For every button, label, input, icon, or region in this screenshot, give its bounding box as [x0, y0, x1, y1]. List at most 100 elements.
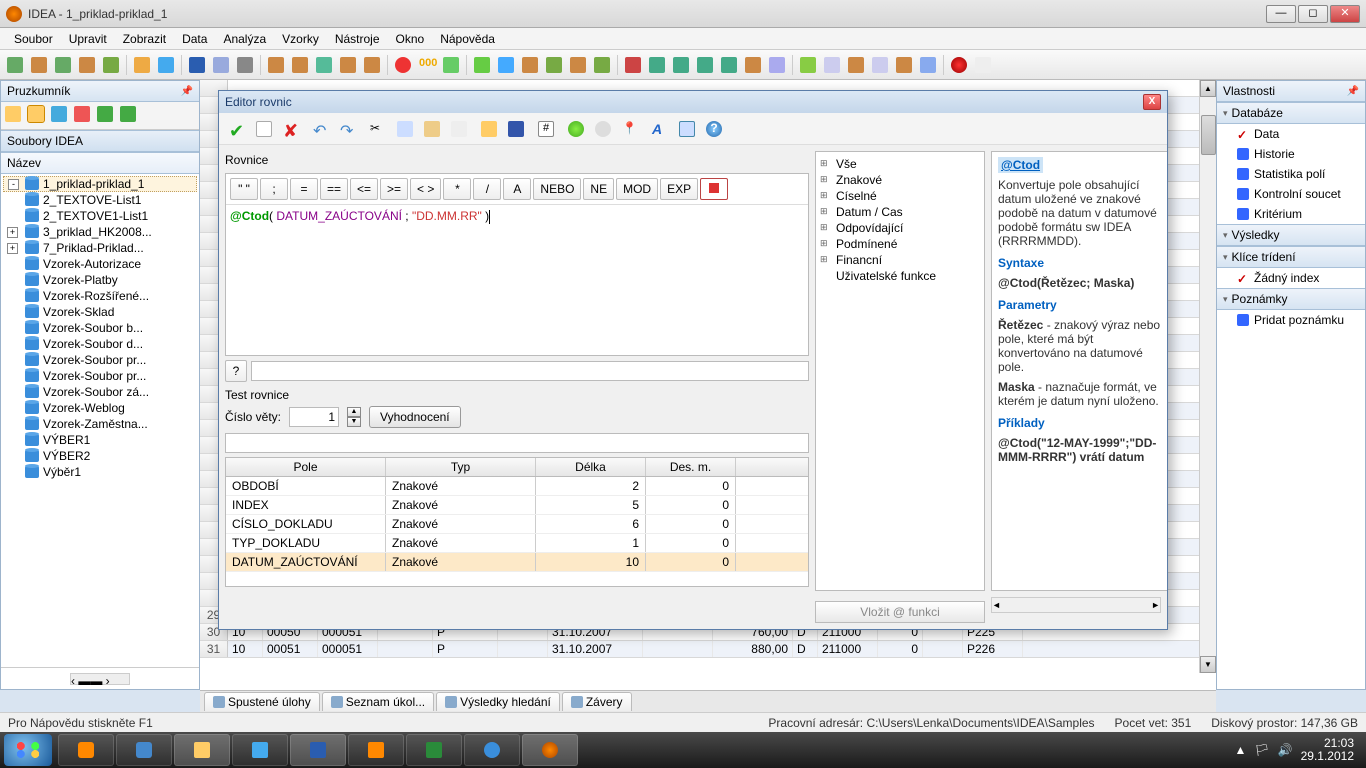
expand-icon[interactable]: + [7, 227, 18, 238]
evaluate-button[interactable]: Vyhodnocení [369, 406, 461, 428]
prop-addnote[interactable]: Pridat poznámku [1217, 310, 1365, 330]
explorer-column[interactable]: Název [1, 152, 199, 174]
operator-button[interactable]: < > [410, 178, 441, 200]
tree-item[interactable]: +7_Priklad-Priklad... [3, 240, 197, 256]
tree-item[interactable]: VÝBER2 [3, 448, 197, 464]
taskbar-item[interactable] [290, 734, 346, 766]
tree-item[interactable]: Vzorek-Autorizace [3, 256, 197, 272]
flag-icon[interactable] [74, 106, 94, 126]
pin-icon[interactable]: 📍 [618, 117, 642, 141]
function-category[interactable]: Financní [820, 252, 980, 268]
tab-conclusions[interactable]: Závery [562, 692, 632, 711]
prop-kontrolni[interactable]: Kontrolní soucet [1217, 184, 1365, 204]
tool-icon[interactable] [392, 54, 414, 76]
field-row[interactable]: CÍSLO_DOKLADUZnakové60 [226, 515, 808, 534]
forward-icon[interactable] [591, 117, 615, 141]
tool-icon[interactable] [313, 54, 335, 76]
col-desm[interactable]: Des. m. [646, 458, 736, 476]
tool-icon[interactable] [567, 54, 589, 76]
menu-analyza[interactable]: Analýza [215, 30, 274, 48]
tree-item[interactable]: Vzorek-Soubor b... [3, 320, 197, 336]
tool-icon[interactable] [543, 54, 565, 76]
tool-icon[interactable] [440, 54, 462, 76]
minimize-button[interactable]: — [1266, 5, 1296, 23]
menu-soubor[interactable]: Soubor [6, 30, 61, 48]
tool-icon[interactable] [917, 54, 939, 76]
refresh-icon[interactable] [51, 106, 71, 126]
tool-icon[interactable] [646, 54, 668, 76]
tree-item[interactable]: VÝBER1 [3, 432, 197, 448]
calendar-button[interactable] [700, 178, 728, 200]
function-category[interactable]: Znakové [820, 172, 980, 188]
menu-zobrazit[interactable]: Zobrazit [115, 30, 174, 48]
operator-button[interactable]: NE [583, 178, 614, 200]
tool-icon[interactable] [670, 54, 692, 76]
delete-icon[interactable] [120, 106, 140, 126]
operator-button[interactable]: ; [260, 178, 288, 200]
field-row[interactable]: INDEXZnakové50 [226, 496, 808, 515]
tree-item[interactable]: 2_TEXTOVE1-List1 [3, 208, 197, 224]
record-icon[interactable] [948, 54, 970, 76]
tool-icon[interactable] [471, 54, 493, 76]
undo-icon[interactable]: ↶ [309, 117, 333, 141]
tool-icon[interactable] [361, 54, 383, 76]
taskbar-item[interactable] [406, 734, 462, 766]
tree-item[interactable]: Vzorek-Soubor zá... [3, 384, 197, 400]
function-category[interactable]: Odpovídající [820, 220, 980, 236]
operator-button[interactable]: / [473, 178, 501, 200]
tool-icon[interactable] [289, 54, 311, 76]
section-results[interactable]: Výsledky [1217, 224, 1365, 246]
tree-item[interactable]: Vzorek-Weblog [3, 400, 197, 416]
tool-icon[interactable] [495, 54, 517, 76]
tool-icon[interactable] [155, 54, 177, 76]
section-sort[interactable]: Klíce trídení [1217, 246, 1365, 268]
menu-napoveda[interactable]: Nápověda [432, 30, 503, 48]
dialog-close-button[interactable]: X [1143, 94, 1161, 110]
taskbar-item[interactable] [174, 734, 230, 766]
clear-icon[interactable] [447, 117, 471, 141]
tool-icon[interactable] [869, 54, 891, 76]
menu-okno[interactable]: Okno [388, 30, 433, 48]
new-icon[interactable] [252, 117, 276, 141]
help-icon[interactable]: ? [702, 117, 726, 141]
tree-item[interactable]: Vzorek-Rozšířené... [3, 288, 197, 304]
tool-icon[interactable] [845, 54, 867, 76]
operator-button[interactable]: MOD [616, 178, 658, 200]
tool-icon[interactable] [591, 54, 613, 76]
ok-icon[interactable]: ✔ [225, 117, 249, 141]
vertical-scrollbar[interactable]: ▲ ▼ [1199, 80, 1216, 673]
tree-item[interactable]: Vzorek-Platby [3, 272, 197, 288]
menu-nastroje[interactable]: Nástroje [327, 30, 388, 48]
redo-icon[interactable]: ↷ [336, 117, 360, 141]
tree-item[interactable]: -1_priklad-priklad_1 [3, 176, 197, 192]
maximize-button[interactable]: ◻ [1298, 5, 1328, 23]
tool-icon[interactable] [694, 54, 716, 76]
dialog-titlebar[interactable]: Editor rovnic X [219, 91, 1167, 113]
tab-search-results[interactable]: Výsledky hledání [436, 692, 560, 711]
tab-running-tasks[interactable]: Spustené úlohy [204, 692, 320, 711]
tray-icon[interactable]: 🏳 [1254, 743, 1269, 757]
tree-item[interactable]: Vzorek-Sklad [3, 304, 197, 320]
sentence-input[interactable] [289, 407, 339, 427]
function-category[interactable]: Vše [820, 156, 980, 172]
prop-statistika[interactable]: Statistika polí [1217, 164, 1365, 184]
help-input[interactable] [251, 361, 809, 381]
prop-noindex[interactable]: ✓Žádný index [1217, 268, 1365, 288]
pin-icon[interactable]: 📌 [181, 86, 193, 97]
operator-button[interactable]: <= [350, 178, 378, 200]
back-icon[interactable] [564, 117, 588, 141]
cut-icon[interactable]: ✂ [366, 117, 390, 141]
prop-historie[interactable]: Historie [1217, 144, 1365, 164]
help-button[interactable]: ? [225, 360, 247, 382]
taskbar-item[interactable] [522, 734, 578, 766]
tool-icon[interactable] [28, 54, 50, 76]
window-icon[interactable] [675, 117, 699, 141]
volume-icon[interactable]: 🔊 [1278, 743, 1293, 757]
equation-textarea[interactable]: @Ctod( DATUM_ZAÚCTOVÁNÍ ; "DD.MM.RR" ) [226, 205, 808, 355]
expand-icon[interactable]: - [8, 179, 19, 190]
tool-icon[interactable] [622, 54, 644, 76]
close-button[interactable]: ✕ [1330, 5, 1360, 23]
open-icon[interactable] [477, 117, 501, 141]
help-scrollbar[interactable]: ◄► [991, 597, 1161, 613]
tool-icon[interactable] [821, 54, 843, 76]
